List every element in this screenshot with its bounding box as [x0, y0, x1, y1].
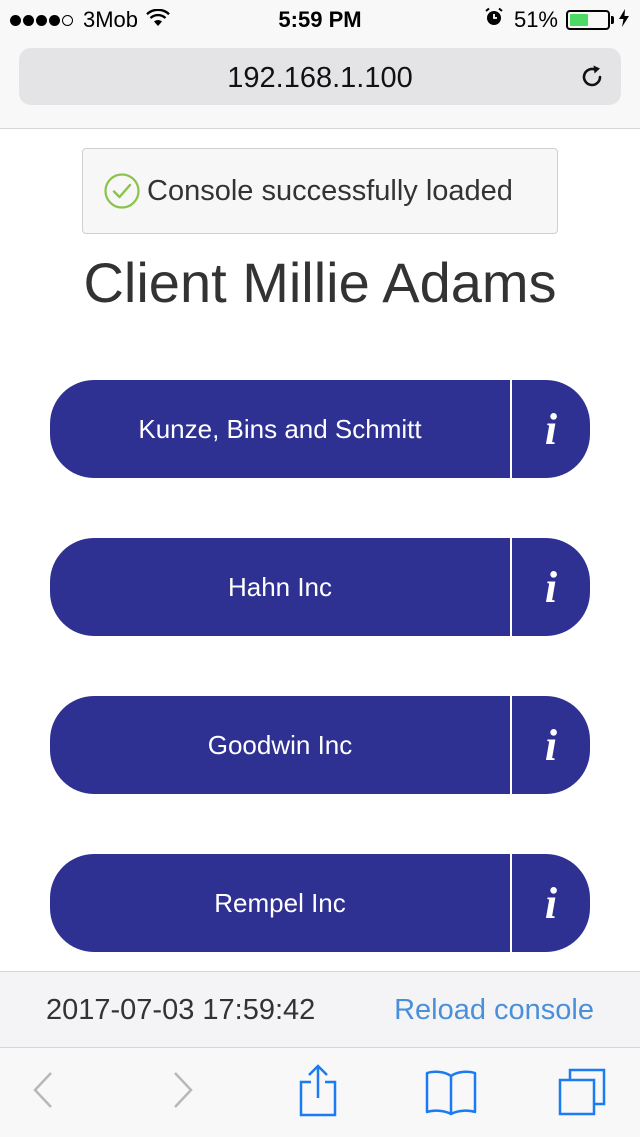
company-name[interactable]: Rempel Inc [50, 854, 510, 952]
url-text[interactable]: 192.168.1.100 [19, 62, 621, 95]
browser-toolbar [0, 1047, 640, 1137]
bookmarks-icon[interactable] [424, 1068, 478, 1121]
tabs-icon[interactable] [558, 1066, 610, 1123]
forward-icon[interactable] [170, 1068, 196, 1117]
status-bar: 3Mob 5:59 PM 51% [0, 0, 640, 40]
company-name[interactable]: Goodwin Inc [50, 696, 510, 794]
company-name[interactable]: Hahn Inc [50, 538, 510, 636]
info-icon[interactable]: i [512, 696, 590, 794]
back-icon[interactable] [30, 1068, 56, 1117]
address-bar[interactable]: 192.168.1.100 [19, 48, 621, 105]
company-name[interactable]: Kunze, Bins and Schmitt [50, 380, 510, 478]
battery-percent: 51% [513, 7, 558, 32]
browser-url-area: 192.168.1.100 [0, 40, 640, 129]
charging-bolt-icon [618, 7, 630, 33]
reload-icon[interactable] [579, 64, 605, 90]
status-right: 51% [484, 7, 630, 33]
page-title: Client Millie Adams [83, 251, 557, 314]
battery-fill [570, 14, 589, 26]
console-footer: 2017-07-03 17:59:42 Reload console [0, 971, 640, 1048]
company-button-kunze[interactable]: Kunze, Bins and Schmitt i [50, 380, 590, 478]
last-loaded-timestamp: 2017-07-03 17:59:42 [46, 994, 316, 1026]
company-button-goodwin[interactable]: Goodwin Inc i [50, 696, 590, 794]
alarm-icon [484, 7, 504, 33]
info-icon[interactable]: i [512, 380, 590, 478]
company-button-rempel[interactable]: Rempel Inc i [50, 854, 590, 952]
reload-console-link[interactable]: Reload console [394, 994, 594, 1027]
battery-icon [566, 10, 610, 30]
check-circle-icon [103, 172, 141, 210]
info-icon[interactable]: i [512, 854, 590, 952]
share-icon[interactable] [298, 1064, 338, 1123]
success-notice: Console successfully loaded [82, 148, 558, 234]
info-icon[interactable]: i [512, 538, 590, 636]
battery-cap [611, 16, 614, 24]
notice-text: Console successfully loaded [147, 174, 513, 207]
company-button-hahn[interactable]: Hahn Inc i [50, 538, 590, 636]
